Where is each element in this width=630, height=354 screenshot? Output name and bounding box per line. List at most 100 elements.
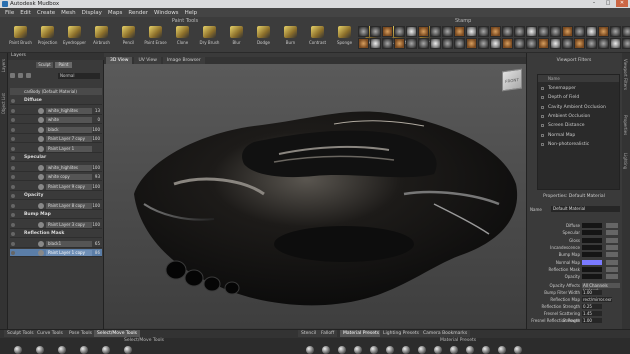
filter-screen-distance[interactable]: Screen Distance (540, 121, 620, 130)
select-move-tool-icon[interactable] (102, 346, 110, 354)
stamp-thumbnail[interactable] (466, 26, 477, 37)
mesh-row[interactable]: carBody (Default Material) (10, 88, 102, 95)
select-move-tool-icon[interactable] (124, 346, 132, 354)
menu-maps[interactable]: Maps (105, 10, 125, 16)
stamp-thumbnail[interactable] (430, 38, 441, 49)
color-swatch[interactable] (582, 266, 602, 272)
stamp-thumbnail[interactable] (382, 38, 393, 49)
filter-tonemapper[interactable]: Tonemapper (540, 84, 620, 93)
filter-normal-map[interactable]: Normal Map (540, 131, 620, 140)
menu-create[interactable]: Create (34, 10, 58, 16)
stamp-thumbnail[interactable] (406, 26, 417, 37)
paint-tool-pencil[interactable]: Pencil (116, 26, 141, 50)
visibility-eye-icon[interactable] (11, 251, 15, 255)
filter-checkbox[interactable] (541, 124, 544, 128)
close-button[interactable]: ✕ (616, 0, 628, 7)
tab-lighting-presets[interactable]: Lighting Presets (380, 330, 422, 337)
layer-row[interactable]: Paint Layer 7 copy 100 (10, 135, 102, 143)
stamp-thumbnail[interactable] (418, 26, 429, 37)
stamp-thumbnail[interactable] (514, 38, 525, 49)
maximize-button[interactable]: □ (602, 0, 614, 7)
property-dropdown[interactable]: All Channels (colour) (582, 283, 620, 293)
filter-checkbox[interactable] (541, 114, 544, 118)
stamp-thumbnail[interactable] (454, 26, 465, 37)
visibility-eye-icon[interactable] (11, 146, 15, 151)
properties-dock-tab[interactable]: Properties (623, 115, 628, 135)
select-move-tool-icon[interactable] (80, 346, 88, 354)
stamp-thumbnail[interactable] (586, 38, 597, 49)
new-layer-icon[interactable] (10, 73, 15, 78)
layer-row[interactable]: black 100 (10, 126, 102, 134)
tab-camera-bookmarks[interactable]: Camera Bookmarks (420, 330, 471, 337)
stamp-thumbnail[interactable] (370, 38, 381, 49)
visibility-eye-icon[interactable] (11, 156, 15, 160)
stamp-thumbnail[interactable] (358, 38, 369, 49)
paint-tool-dry-brush[interactable]: Dry Brush (197, 26, 222, 50)
stamp-thumbnail[interactable] (382, 26, 393, 37)
tab-pose-tools[interactable]: Pose Tools (66, 330, 95, 337)
stamp-thumbnail[interactable] (490, 26, 501, 37)
paint-tool-contrast[interactable]: Contrast (305, 26, 330, 50)
stamp-thumbnail[interactable] (478, 26, 489, 37)
stamp-thumbnail[interactable] (574, 38, 585, 49)
tab-paint[interactable]: Paint (55, 62, 72, 68)
select-move-tool-icon[interactable] (58, 346, 66, 354)
visibility-eye-icon[interactable] (11, 127, 15, 132)
paint-tool-dodge[interactable]: Dodge (251, 26, 276, 50)
stamp-thumbnail[interactable] (526, 38, 537, 49)
tab-select-move-tools[interactable]: Select/Move Tools (94, 330, 140, 337)
layer-opacity[interactable]: 100 (92, 221, 100, 229)
minimize-button[interactable]: – (588, 0, 600, 7)
visibility-eye-icon[interactable] (11, 213, 15, 217)
paint-tool-sponge[interactable]: Sponge (332, 26, 357, 50)
texture-slot[interactable] (606, 244, 618, 250)
viewport-filters-dock-tab[interactable]: Viewport Filters (623, 59, 628, 90)
layer-opacity[interactable]: 100 (92, 202, 100, 210)
texture-slot[interactable] (606, 259, 618, 265)
material-preset-swatch[interactable] (482, 346, 490, 354)
texture-slot[interactable] (606, 237, 618, 243)
stamp-thumbnail[interactable] (622, 26, 630, 37)
blend-mode-select[interactable]: Normal (58, 73, 100, 79)
filter-checkbox[interactable] (541, 96, 544, 100)
texture-slot[interactable] (606, 230, 618, 236)
stamp-thumbnail[interactable] (478, 38, 489, 49)
stamp-thumbnail[interactable] (430, 26, 441, 37)
material-preset-swatch[interactable] (370, 346, 378, 354)
color-swatch[interactable] (582, 274, 602, 280)
paint-tool-burn[interactable]: Burn (278, 26, 303, 50)
visibility-eye-icon[interactable] (11, 222, 15, 227)
layer-opacity[interactable]: 100 (92, 183, 100, 191)
select-move-tool-icon[interactable] (36, 346, 44, 354)
layer-row[interactable]: Paint Layer 1 (10, 145, 102, 153)
filter-checkbox[interactable] (541, 133, 544, 137)
paint-tool-airbrush[interactable]: Airbrush (89, 26, 114, 50)
tab-curve-tools[interactable]: Curve Tools (34, 330, 66, 337)
layer-row[interactable]: black1 65 (10, 240, 102, 248)
layer-opacity[interactable]: 93 (95, 173, 100, 181)
layer-row[interactable]: Paint Layer 1 copy 86 (10, 249, 102, 257)
material-name-field[interactable]: Default Material (551, 206, 620, 212)
stamp-thumbnail[interactable] (538, 38, 549, 49)
visibility-eye-icon[interactable] (11, 137, 15, 141)
texture-slot[interactable] (606, 252, 618, 258)
material-preset-swatch[interactable] (338, 346, 346, 354)
visibility-eye-icon[interactable] (11, 241, 15, 246)
visibility-eye-icon[interactable] (11, 165, 15, 170)
stamp-thumbnail[interactable] (586, 26, 597, 37)
property-value[interactable]: 0.25 (582, 304, 602, 310)
stamp-thumbnail[interactable] (442, 26, 453, 37)
stamp-thumbnail[interactable] (526, 26, 537, 37)
texture-slot[interactable] (606, 274, 618, 280)
paint-tool-projection[interactable]: Projection (35, 26, 60, 50)
menu-windows[interactable]: Windows (151, 10, 182, 16)
menu-mesh[interactable]: Mesh (58, 10, 78, 16)
layer-opacity[interactable]: 100 (92, 164, 100, 172)
material-preset-swatch[interactable] (418, 346, 426, 354)
paint-tool-paint-erase[interactable]: Paint Erase (143, 26, 168, 50)
color-swatch[interactable] (582, 223, 602, 228)
visibility-eye-icon[interactable] (11, 194, 15, 198)
object-list-dock-tab[interactable]: Object List (1, 93, 6, 114)
tab-uv-view[interactable]: UV View (134, 57, 161, 64)
visibility-eye-icon[interactable] (11, 232, 15, 236)
